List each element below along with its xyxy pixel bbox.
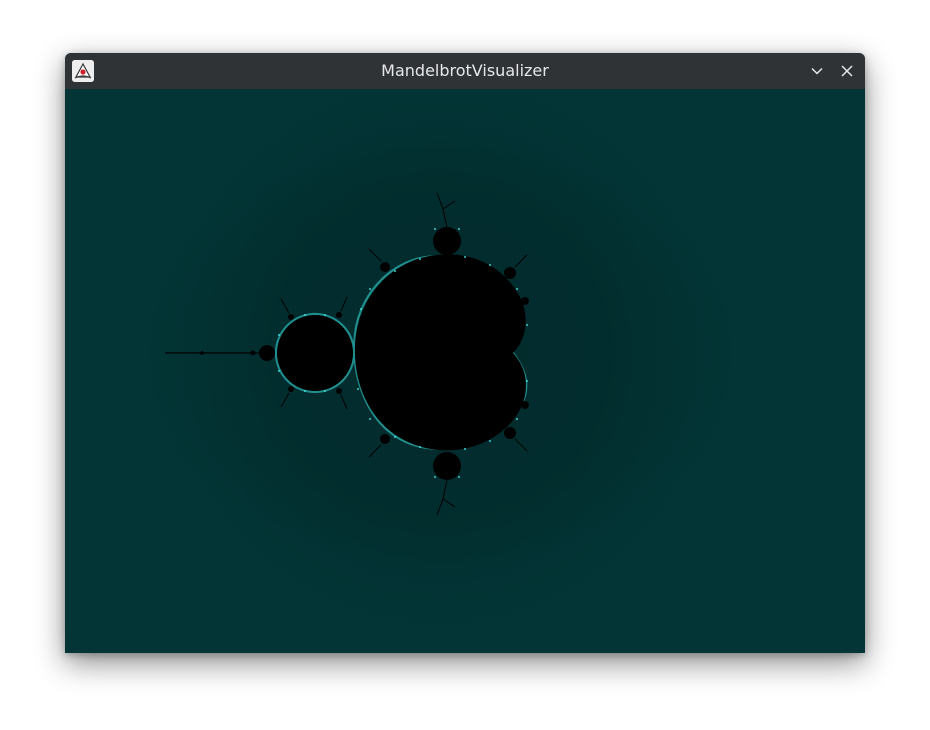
main-cardioid xyxy=(354,254,526,451)
close-icon[interactable] xyxy=(836,60,858,82)
bottom-bulb xyxy=(433,452,461,480)
period-2-bulb xyxy=(277,315,353,391)
top-bulb xyxy=(433,227,461,255)
fractal-canvas[interactable] xyxy=(65,89,865,653)
minimize-icon[interactable] xyxy=(806,60,828,82)
title-bar[interactable]: MandelbrotVisualizer xyxy=(65,53,865,89)
app-window: MandelbrotVisualizer xyxy=(65,53,865,653)
window-title: MandelbrotVisualizer xyxy=(381,61,549,80)
java-duke-icon[interactable] xyxy=(72,60,94,82)
mandelbrot-fractal xyxy=(115,89,775,633)
